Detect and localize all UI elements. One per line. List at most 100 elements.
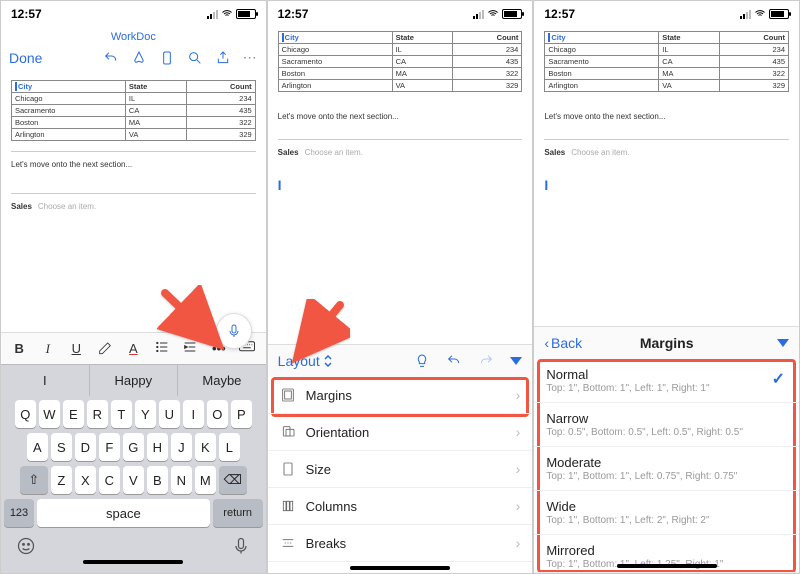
emoji-key[interactable] — [16, 536, 36, 556]
bullets-button[interactable] — [153, 339, 171, 358]
more-icon[interactable]: ⋯ — [243, 49, 258, 66]
key-u[interactable]: U — [159, 400, 180, 428]
collapse-ribbon-icon[interactable] — [510, 357, 522, 365]
data-table[interactable]: CityStateCount ChicagoIL234 SacramentoCA… — [11, 80, 256, 141]
indent-button[interactable] — [181, 339, 199, 358]
underline-button[interactable]: U — [67, 341, 85, 356]
body-text[interactable]: Let's move onto the next section... — [278, 112, 523, 121]
body-text[interactable]: Let's move onto the next section... — [11, 160, 256, 169]
key-o[interactable]: O — [207, 400, 228, 428]
ribbon-header: Layout — [268, 344, 533, 377]
key-f[interactable]: F — [99, 433, 120, 461]
key-i[interactable]: I — [183, 400, 204, 428]
key-t[interactable]: T — [111, 400, 132, 428]
highlight-button[interactable] — [96, 339, 114, 358]
content-control[interactable]: SalesChoose an item. — [544, 148, 789, 157]
italic-button[interactable]: I — [39, 341, 57, 357]
share-icon[interactable] — [215, 50, 231, 66]
backspace-key[interactable]: ⌫ — [219, 466, 247, 494]
editor-toolbar: Done ⋯ — [1, 45, 266, 74]
key-p[interactable]: P — [231, 400, 252, 428]
key-e[interactable]: E — [63, 400, 84, 428]
wifi-icon — [221, 8, 233, 20]
menu-item-columns[interactable]: Columns› — [268, 488, 533, 525]
home-indicator — [83, 560, 183, 564]
body-text[interactable]: Let's move onto the next section... — [544, 112, 789, 121]
document-area[interactable]: CityStateCount ChicagoIL234 SacramentoCA… — [268, 25, 533, 344]
ribbon-tab-selector[interactable]: Layout — [278, 353, 333, 369]
redo-icon[interactable] — [478, 353, 494, 369]
bold-button[interactable]: B — [10, 341, 28, 356]
key-s[interactable]: S — [51, 433, 72, 461]
key-d[interactable]: D — [75, 433, 96, 461]
menu-label: Orientation — [306, 425, 370, 440]
mobile-view-icon[interactable] — [159, 50, 175, 66]
key-y[interactable]: Y — [135, 400, 156, 428]
panel-header: ‹ Back Margins — [534, 326, 799, 359]
home-indicator — [350, 566, 450, 570]
done-button[interactable]: Done — [9, 50, 42, 66]
document-area[interactable]: CityStateCount ChicagoIL234 SacramentoCA… — [1, 74, 266, 332]
back-button[interactable]: ‹ Back — [544, 335, 582, 351]
key-b[interactable]: B — [147, 466, 168, 494]
key-j[interactable]: J — [171, 433, 192, 461]
data-table[interactable]: CityStateCount ChicagoIL234 SacramentoCA… — [278, 31, 523, 92]
key-x[interactable]: X — [75, 466, 96, 494]
key-h[interactable]: H — [147, 433, 168, 461]
menu-item-orientation[interactable]: Orientation› — [268, 414, 533, 451]
key-q[interactable]: Q — [15, 400, 36, 428]
dictate-button[interactable] — [216, 313, 252, 349]
key-r[interactable]: R — [87, 400, 108, 428]
undo-icon[interactable] — [446, 353, 462, 369]
orientation-icon — [280, 424, 296, 440]
chevron-updown-icon — [323, 355, 333, 367]
key-g[interactable]: G — [123, 433, 144, 461]
key-l[interactable]: L — [219, 433, 240, 461]
key-c[interactable]: C — [99, 466, 120, 494]
suggestion[interactable]: I — [1, 365, 90, 396]
document-area[interactable]: CityStateCount ChicagoIL234 SacramentoCA… — [534, 25, 799, 326]
shift-key[interactable]: ⇧ — [20, 466, 48, 494]
menu-item-breaks[interactable]: Breaks› — [268, 525, 533, 562]
signal-icon — [207, 10, 218, 19]
undo-icon[interactable] — [103, 50, 119, 66]
check-icon: ✓ — [772, 369, 785, 389]
space-key[interactable]: space — [37, 499, 210, 527]
menu-item-size[interactable]: Size› — [268, 451, 533, 488]
titlebar: WorkDoc — [1, 25, 266, 45]
draw-icon[interactable] — [131, 50, 147, 66]
margin-option-wide[interactable]: Wide Top: 1", Bottom: 1", Left: 2", Righ… — [534, 491, 799, 535]
key-n[interactable]: N — [171, 466, 192, 494]
font-color-button[interactable]: A — [124, 341, 142, 356]
status-time: 12:57 — [278, 7, 309, 21]
key-v[interactable]: V — [123, 466, 144, 494]
content-control[interactable]: SalesChoose an item. — [278, 148, 523, 157]
key-k[interactable]: K — [195, 433, 216, 461]
key-w[interactable]: W — [39, 400, 60, 428]
dictate-key[interactable] — [231, 536, 251, 556]
key-a[interactable]: A — [27, 433, 48, 461]
data-table[interactable]: CityStateCount ChicagoIL234 SacramentoCA… — [544, 31, 789, 92]
columns-icon — [280, 498, 296, 514]
collapse-ribbon-icon[interactable] — [777, 339, 789, 347]
suggestion[interactable]: Happy — [90, 365, 179, 396]
key-m[interactable]: M — [195, 466, 216, 494]
menu-item-margins[interactable]: Margins› — [268, 377, 533, 414]
keyboard-suggestions: I Happy Maybe — [1, 364, 266, 396]
margin-option-normal[interactable]: Normal Top: 1", Bottom: 1", Left: 1", Ri… — [534, 359, 799, 403]
margin-option-narrow[interactable]: Narrow Top: 0.5", Bottom: 0.5", Left: 0.… — [534, 403, 799, 447]
status-time: 12:57 — [544, 7, 575, 21]
numeric-key[interactable]: 123 — [4, 499, 34, 527]
return-key[interactable]: return — [213, 499, 263, 527]
menu-label: Breaks — [306, 536, 346, 551]
key-z[interactable]: Z — [51, 466, 72, 494]
margins-options: Normal Top: 1", Bottom: 1", Left: 1", Ri… — [534, 359, 799, 573]
panel-title: Margins — [640, 335, 694, 351]
search-icon[interactable] — [187, 50, 203, 66]
content-control[interactable]: SalesChoose an item. — [11, 202, 256, 211]
phone-margins-panel: 12:57 CityStateCount ChicagoIL234 Sacram… — [533, 0, 800, 574]
lightbulb-icon[interactable] — [414, 353, 430, 369]
suggestion[interactable]: Maybe — [178, 365, 266, 396]
margin-option-moderate[interactable]: Moderate Top: 1", Bottom: 1", Left: 0.75… — [534, 447, 799, 491]
wifi-icon — [487, 8, 499, 20]
